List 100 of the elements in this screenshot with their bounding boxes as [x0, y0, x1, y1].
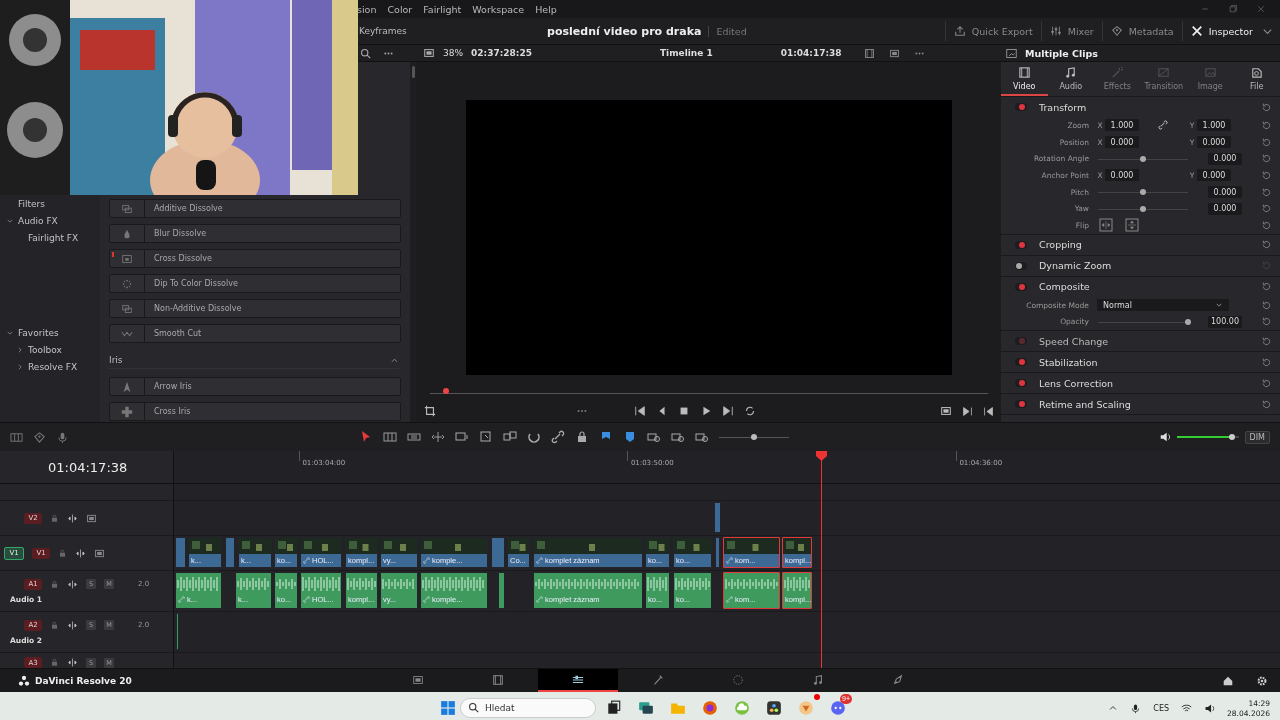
auto-select-icon[interactable]	[67, 657, 78, 668]
skip-forward-icon[interactable]	[721, 405, 734, 417]
auto-select-icon[interactable]	[67, 578, 78, 590]
skip-back-icon[interactable]	[982, 405, 994, 417]
auto-select-icon[interactable]	[75, 547, 86, 559]
loop-icon[interactable]	[743, 405, 756, 417]
number-field[interactable]: 0.000	[1208, 152, 1242, 165]
reset-icon[interactable]	[1261, 377, 1272, 389]
menu-item[interactable]: Fairlight	[423, 3, 462, 15]
video-clip[interactable]	[491, 537, 505, 568]
inspector-tab[interactable]: Video	[1001, 62, 1048, 96]
effect-item[interactable]: Cross Dissolve	[109, 249, 401, 268]
tree-item[interactable]: Filters	[18, 199, 45, 209]
reset-icon[interactable]	[1261, 186, 1272, 198]
volume-slider[interactable]	[1176, 433, 1239, 441]
menu-item[interactable]: Workspace	[472, 3, 525, 15]
reset-icon[interactable]	[1261, 356, 1272, 368]
replace-icon[interactable]	[503, 430, 517, 444]
auto-select-icon[interactable]	[67, 619, 78, 631]
input-language[interactable]: CES	[1153, 703, 1170, 713]
header-button[interactable]: Quick Export	[944, 21, 1041, 41]
section-title[interactable]: Retime and Scaling	[1039, 398, 1131, 410]
page-tab[interactable]	[538, 669, 618, 692]
link-icon[interactable]	[551, 430, 565, 444]
number-field[interactable]: 0.000	[1197, 169, 1231, 182]
reset-icon[interactable]	[1261, 281, 1272, 293]
auto-select-icon[interactable]	[67, 512, 78, 524]
number-field[interactable]: 100.00	[1208, 315, 1242, 328]
toggle-switch[interactable]	[1015, 400, 1027, 409]
search-field[interactable]: Hledat	[460, 698, 596, 718]
reset-icon[interactable]	[1261, 335, 1272, 347]
toggle-switch[interactable]	[1015, 240, 1027, 249]
image-icon[interactable]	[1006, 47, 1017, 59]
crop-icon[interactable]	[423, 405, 436, 417]
monitor-icon[interactable]	[423, 47, 435, 59]
tree-item[interactable]: Favorites	[18, 328, 59, 338]
reset-icon[interactable]	[1261, 299, 1272, 311]
marker-icon[interactable]	[623, 430, 637, 444]
layout-icon[interactable]	[10, 430, 23, 444]
zoom-level[interactable]: 38%	[443, 48, 463, 58]
audio-clip[interactable]	[498, 572, 505, 609]
video-clip[interactable]	[715, 537, 720, 568]
tool-button[interactable]	[431, 430, 445, 444]
number-field[interactable]: 1.000	[1105, 119, 1139, 132]
section-title[interactable]: Cropping	[1039, 239, 1082, 251]
number-field[interactable]: 0.000	[1105, 136, 1139, 149]
inspector-tab[interactable]: Audio	[1047, 62, 1094, 96]
overwrite-icon[interactable]	[479, 430, 493, 444]
dim-button[interactable]: DIM	[1244, 430, 1270, 444]
tree-item[interactable]: Toolbox	[28, 345, 62, 355]
video-clip[interactable]	[714, 502, 721, 533]
number-field[interactable]: 0.000	[1208, 186, 1242, 199]
zoom-detail-icon[interactable]	[671, 430, 685, 444]
zoom-custom-icon[interactable]	[695, 430, 709, 444]
reset-icon[interactable]	[1261, 169, 1272, 181]
toggle-switch[interactable]	[1015, 358, 1027, 367]
match-frame-icon[interactable]	[939, 405, 952, 417]
reset-icon[interactable]	[1261, 316, 1272, 328]
section-title[interactable]: Transform	[1039, 101, 1087, 113]
skip-forward-icon[interactable]	[961, 405, 973, 417]
tree-item[interactable]: Fairlight FX	[28, 233, 79, 243]
toggle-switch[interactable]	[1015, 379, 1027, 388]
video-clip[interactable]	[225, 537, 235, 568]
search-icon[interactable]	[360, 47, 371, 59]
panel-tab[interactable]: Keyframes	[359, 26, 407, 36]
tool-button[interactable]	[383, 430, 397, 444]
monitor-icon[interactable]	[94, 547, 105, 559]
settings-icon[interactable]	[1256, 674, 1268, 687]
header-button[interactable]: Mixer	[1040, 21, 1102, 41]
display-icon[interactable]	[888, 47, 900, 59]
restore-icon[interactable]	[1228, 4, 1238, 14]
number-field[interactable]: 1.000	[1197, 119, 1231, 132]
frame-icon[interactable]	[863, 47, 875, 59]
skip-back-icon[interactable]	[633, 405, 646, 417]
section-title[interactable]: Stabilization	[1039, 356, 1098, 368]
start-icon[interactable]	[440, 700, 456, 716]
menu-item[interactable]: Color	[387, 3, 413, 15]
home-icon[interactable]	[1222, 674, 1234, 687]
wifi-icon[interactable]	[1181, 702, 1193, 714]
scrollbar-thumb[interactable]	[411, 66, 415, 78]
collapse-icon[interactable]	[6, 329, 14, 337]
effect-item[interactable]: Smooth Cut	[109, 324, 401, 343]
expand-icon[interactable]	[16, 363, 24, 371]
toggle-switch[interactable]	[1015, 103, 1027, 111]
flip-horizontal-icon[interactable]	[1099, 218, 1113, 233]
reset-icon[interactable]	[1261, 153, 1272, 165]
effect-item[interactable]: Additive Dissolve	[109, 199, 401, 218]
number-field[interactable]: 0.000	[1105, 169, 1139, 182]
chevron-up-icon[interactable]	[1108, 703, 1119, 713]
expand-icon[interactable]	[16, 346, 24, 354]
collapse-icon[interactable]	[6, 217, 14, 225]
video-clip[interactable]	[175, 537, 186, 568]
timeline-selector[interactable]: Timeline 1	[659, 48, 713, 58]
reset-icon[interactable]	[1261, 219, 1272, 231]
close-icon[interactable]	[1256, 4, 1266, 14]
mic-icon[interactable]	[1130, 702, 1142, 714]
section-title[interactable]: Lens Correction	[1039, 377, 1114, 389]
reset-icon[interactable]	[1261, 119, 1272, 131]
reset-icon[interactable]	[1261, 239, 1272, 251]
reset-icon[interactable]	[1261, 136, 1272, 148]
